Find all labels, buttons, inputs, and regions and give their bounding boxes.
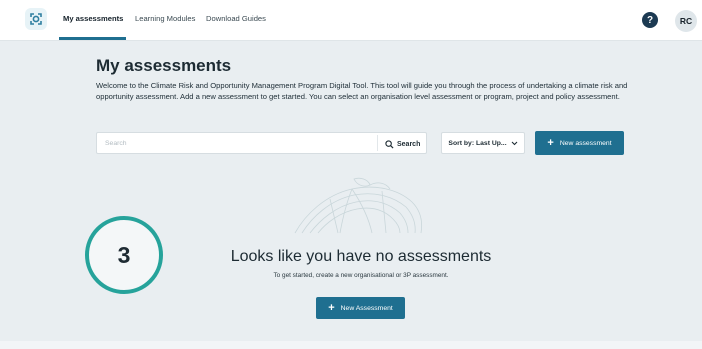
plus-icon: + xyxy=(328,302,335,314)
help-icon[interactable]: ? xyxy=(642,12,658,28)
search-button[interactable]: Search xyxy=(385,137,420,151)
empty-state-title: Looks like you have no assessments xyxy=(230,248,492,265)
tab-my-assessments[interactable]: My assessments xyxy=(63,14,123,23)
search-icon xyxy=(385,139,394,149)
tab-learning-modules[interactable]: Learning Modules xyxy=(135,14,195,23)
new-assessment-button[interactable]: + New assessment xyxy=(535,131,624,155)
search-button-label: Search xyxy=(397,140,421,148)
page-title: My assessments xyxy=(96,56,232,75)
user-avatar[interactable]: RC xyxy=(675,10,697,32)
empty-state-illustration xyxy=(294,177,422,234)
plus-icon: + xyxy=(547,137,554,149)
chevron-down-icon xyxy=(511,141,517,145)
search-input[interactable]: Search xyxy=(105,140,127,147)
tab-download-guides[interactable]: Download Guides xyxy=(206,14,266,23)
page-description: Welcome to the Climate Risk and Opportun… xyxy=(96,81,628,102)
sort-dropdown[interactable]: Sort by: Last Up... xyxy=(441,132,525,154)
search-divider xyxy=(377,135,378,151)
sort-dropdown-label: Sort by: Last Up... xyxy=(448,139,507,147)
empty-state-subtitle: To get started, create a new organisatio… xyxy=(273,272,449,279)
page-bottom-strip xyxy=(0,341,702,349)
top-navigation-bar: My assessments Learning Modules Download… xyxy=(0,0,702,41)
new-assessment-cta-label: New Assessment xyxy=(340,304,393,312)
new-assessment-cta-button[interactable]: + New Assessment xyxy=(316,297,405,319)
app-logo-icon[interactable] xyxy=(25,8,47,30)
search-bar: Search Search xyxy=(96,132,427,154)
new-assessment-button-label: New assessment xyxy=(559,139,612,147)
active-tab-indicator xyxy=(59,37,126,40)
